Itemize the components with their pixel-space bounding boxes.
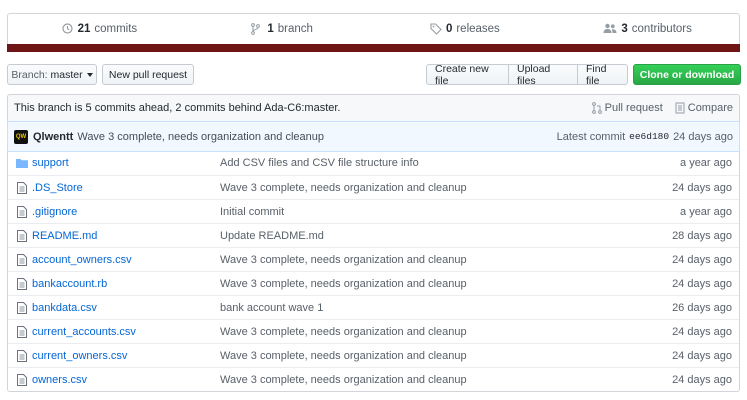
contributors-label: contributors [631,23,692,35]
file-commit-age: 24 days ago [672,253,732,266]
file-commit-message[interactable]: Wave 3 complete, needs organization and … [220,278,649,290]
file-commit-message[interactable]: Wave 3 complete, needs organization and … [220,254,649,266]
file-icon [8,325,30,338]
releases-link[interactable]: 0 releases [374,14,557,44]
contributors-link[interactable]: 3 contributors [556,14,739,44]
pull-request-icon [591,102,602,114]
tag-icon [430,23,442,35]
branch-select-button[interactable]: Branch: master [7,64,97,85]
file-icon [8,373,30,386]
file-icon [8,349,30,362]
file-row: .gitignore Initial commit a year ago [8,199,739,223]
compare-icon [675,102,685,114]
file-row: .DS_Store Wave 3 complete, needs organiza… [8,175,739,199]
branch-name: master [50,68,83,81]
file-list: support Add CSV files and CSV file struct… [7,151,740,392]
file-commit-message[interactable]: Update README.md [220,230,649,242]
compare-link[interactable]: Compare [675,102,733,114]
commit-author[interactable]: Qlwentt [33,131,73,143]
file-actions-group: Create new file Upload files Find file [426,63,628,87]
history-icon [61,23,74,35]
contributors-count: 3 [621,23,628,35]
compare-label: Compare [687,102,733,114]
people-icon [603,23,617,35]
folder-icon [8,158,30,168]
file-name-link[interactable]: bankaccount.rb [30,278,220,290]
avatar[interactable]: QW [14,129,28,144]
pull-request-link[interactable]: Pull request [591,102,663,114]
branch-icon [251,23,263,35]
file-name-link[interactable]: account_owners.csv [30,254,220,266]
branches-link[interactable]: 1 branch [191,14,374,44]
file-commit-age: 24 days ago [672,277,732,290]
file-name-link[interactable]: bankdata.csv [30,302,220,314]
clone-or-download-button[interactable]: Clone or download [633,64,741,85]
file-row: account_owners.csv Wave 3 complete, needs… [8,247,739,271]
file-commit-message[interactable]: bank account wave 1 [220,302,649,314]
latest-commit-label: Latest commit [556,130,626,143]
repo-summary-bar: 21 commits 1 branch 0 releases 3 contrib… [7,13,740,52]
latest-commit-bar: QW Qlwentt Wave 3 complete, needs organi… [7,121,740,152]
branch-status-bar: This branch is 5 commits ahead, 2 commit… [7,94,740,122]
branch-label: branch [277,23,313,35]
upload-files-button[interactable]: Upload files [508,63,578,87]
file-commit-age: a year ago [680,157,732,169]
file-name-link[interactable]: README.md [30,230,220,242]
releases-count: 0 [445,23,453,35]
file-name-link[interactable]: owners.csv [30,374,220,386]
file-name-link[interactable]: current_owners.csv [30,350,220,362]
new-pull-request-button[interactable]: New pull request [102,64,194,85]
file-commit-message[interactable]: Wave 3 complete, needs organization and … [220,350,649,362]
file-commit-message[interactable]: Add CSV files and CSV file structure inf… [220,157,649,169]
commits-count: 21 [77,23,91,35]
file-icon [8,205,30,218]
create-new-file-button[interactable]: Create new file [426,63,509,87]
file-commit-age: 24 days ago [672,181,732,194]
file-commit-age: a year ago [680,205,732,218]
language-bar[interactable] [7,44,740,52]
releases-label: releases [456,23,500,35]
file-commit-age: 24 days ago [672,325,732,338]
file-row: bankaccount.rb Wave 3 complete, needs org… [8,271,739,295]
file-commit-message[interactable]: Wave 3 complete, needs organization and … [220,374,649,386]
commit-sha[interactable]: ee6d180 [629,131,669,142]
commits-link[interactable]: 21 commits [8,14,191,44]
file-icon [8,277,30,290]
file-icon [8,181,30,194]
file-name-link[interactable]: current_accounts.csv [30,326,220,338]
find-file-button[interactable]: Find file [577,63,628,87]
file-name-link[interactable]: .gitignore [30,206,220,218]
file-row: README.md Update README.md 28 days ago [8,223,739,247]
file-row: current_owners.csv Wave 3 complete, needs… [8,343,739,367]
branch-count: 1 [267,23,274,35]
file-name-link[interactable]: .DS_Store [30,182,220,194]
pull-request-label: Pull request [604,102,663,114]
file-commit-age: 24 days ago [672,349,732,362]
file-icon [8,301,30,314]
file-commit-age: 24 days ago [672,373,732,386]
commit-message[interactable]: Wave 3 complete, needs organization and … [77,131,324,143]
file-commit-message[interactable]: Wave 3 complete, needs organization and … [220,326,649,338]
commits-label: commits [94,23,138,35]
file-commit-message[interactable]: Wave 3 complete, needs organization and … [220,182,649,194]
file-row: support Add CSV files and CSV file struct… [8,151,739,175]
file-commit-age: 26 days ago [672,301,732,314]
chevron-down-icon [86,72,93,77]
commit-age: 24 days ago [673,130,733,143]
clone-or-download-label: Clone or download [639,68,735,81]
file-name-link[interactable]: support [30,157,220,169]
file-row: bankdata.csv bank account wave 1 26 days a… [8,295,739,319]
file-row: current_accounts.csv Wave 3 complete, nee… [8,319,739,343]
file-row: owners.csv Wave 3 complete, needs organiz… [8,367,739,391]
file-icon [8,229,30,242]
branch-status-text: This branch is 5 commits ahead, 2 commit… [14,102,341,114]
file-icon [8,253,30,266]
file-commit-age: 28 days ago [672,229,732,242]
branch-prefix: Branch: [11,68,48,81]
file-commit-message[interactable]: Initial commit [220,206,649,218]
